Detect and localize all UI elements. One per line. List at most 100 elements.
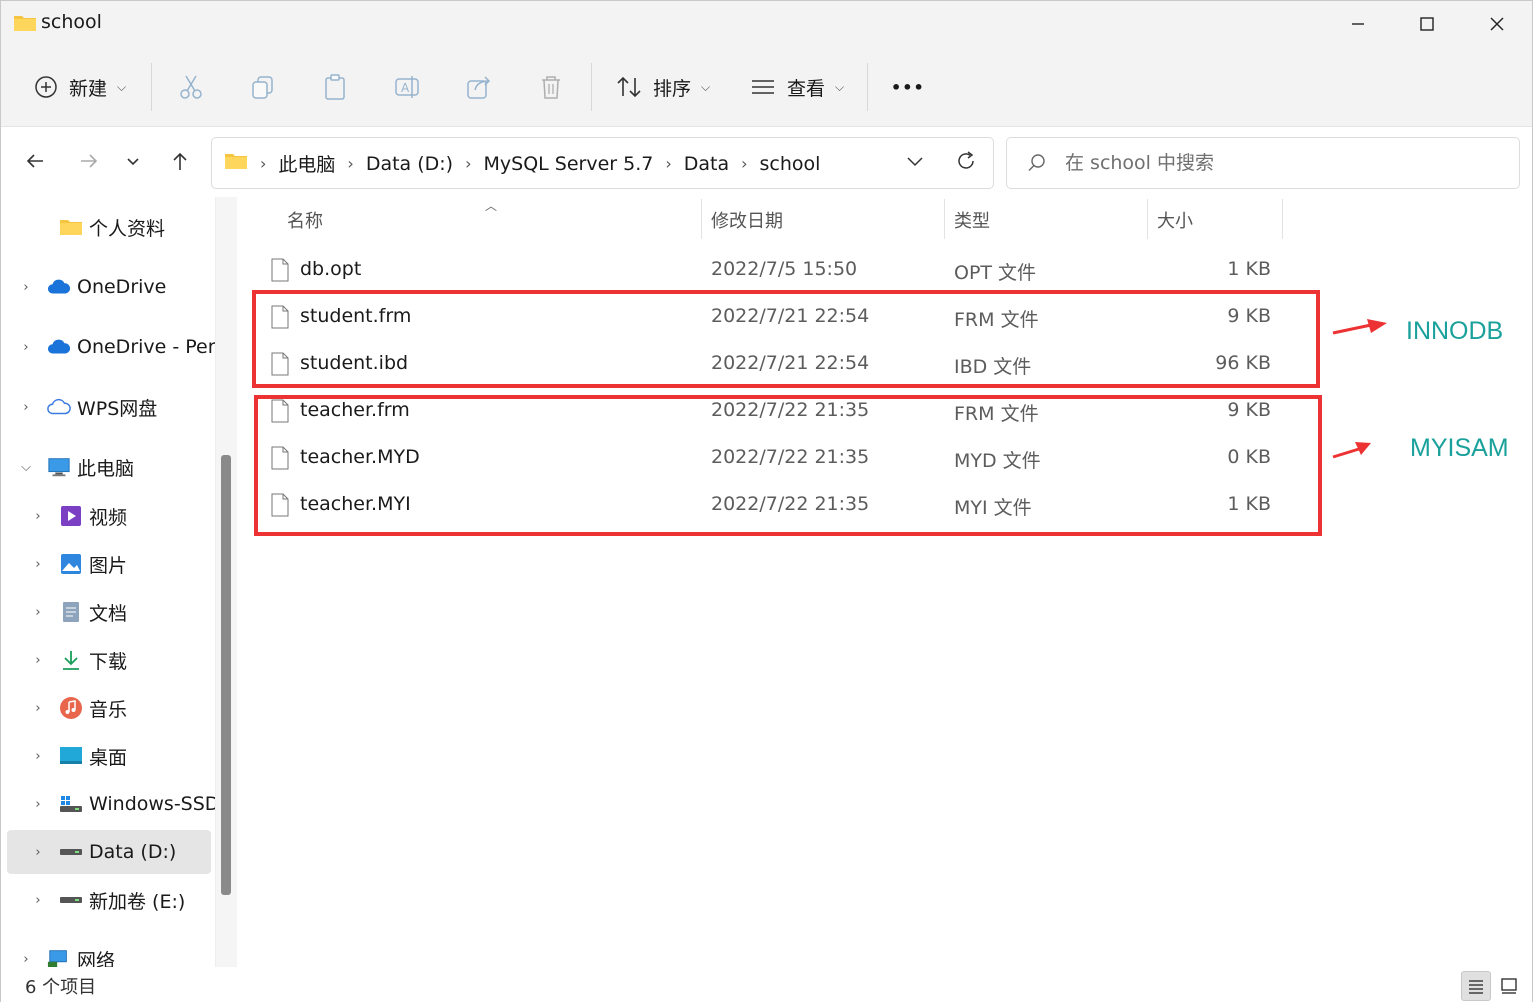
item-count: 6 个项目 [25, 977, 97, 998]
sort-button[interactable]: 排序 ⌵ [615, 63, 710, 111]
delete-button[interactable] [537, 63, 565, 111]
picture-icon [59, 553, 83, 575]
svg-text:A: A [401, 81, 410, 95]
breadcrumb-item[interactable]: 此电脑 [278, 150, 335, 177]
chevron-right-icon: › [347, 154, 354, 173]
column-header-type[interactable]: 类型 [954, 207, 990, 233]
chevron-right-icon: › [23, 951, 29, 967]
explorer-window: school 新建 ⌵ A 排序 ⌵ 查看 ⌵ ••• › 此电脑 › Data… [0, 0, 1533, 1002]
status-bar: 6 个项目 [1, 967, 1532, 1002]
sidebar-item-label: 个人资料 [89, 217, 166, 240]
new-button[interactable]: 新建 ⌵ [33, 63, 126, 111]
file-icon [271, 258, 289, 287]
breadcrumb-item[interactable]: MySQL Server 5.7 [484, 153, 654, 175]
more-button[interactable]: ••• [891, 63, 925, 111]
sidebar-item-pictures[interactable]: › 图片 [1, 542, 215, 586]
chevron-down-icon: ⌵ [117, 79, 127, 94]
sidebar-item-onedrive[interactable]: › OneDrive [1, 265, 215, 309]
chevron-right-icon: › [35, 844, 41, 860]
chevron-right-icon: › [35, 508, 41, 524]
sidebar-item-personal[interactable]: 个人资料 [1, 205, 215, 249]
back-button[interactable] [17, 143, 53, 179]
command-bar: 新建 ⌵ A 排序 ⌵ 查看 ⌵ ••• [1, 47, 1532, 127]
column-header-size[interactable]: 大小 [1157, 207, 1193, 233]
refresh-button[interactable] [954, 149, 978, 178]
sidebar-scrollbar[interactable] [215, 197, 237, 967]
chevron-right-icon: › [35, 700, 41, 716]
column-header-modified[interactable]: 修改日期 [711, 207, 783, 233]
search-box[interactable] [1006, 137, 1520, 189]
search-input[interactable] [1065, 148, 1495, 178]
maximize-button[interactable] [1407, 9, 1447, 39]
sidebar-item-onedrive-personal[interactable]: › OneDrive - Pers [1, 325, 215, 369]
clipboard-icon [325, 74, 345, 100]
column-divider[interactable] [944, 199, 945, 239]
address-row: › 此电脑 › Data (D:) › MySQL Server 5.7 › D… [1, 127, 1532, 197]
file-modified: 2022/7/5 15:50 [711, 258, 858, 280]
column-divider[interactable] [1282, 199, 1283, 239]
chevron-down-icon [127, 158, 139, 166]
recent-locations-button[interactable] [115, 143, 151, 179]
chevron-right-icon: › [35, 652, 41, 668]
forward-button[interactable] [71, 143, 107, 179]
sidebar-item-documents[interactable]: › 文档 [1, 590, 215, 634]
sidebar-item-label: OneDrive - Pers [77, 336, 215, 358]
network-icon [47, 948, 71, 967]
column-header-name[interactable]: 名称 [287, 207, 323, 233]
sidebar-item-label: WPS网盘 [77, 397, 158, 420]
sidebar-item-label: 下载 [89, 650, 128, 673]
close-button[interactable] [1477, 9, 1517, 39]
share-button[interactable] [465, 63, 493, 111]
drive-icon [59, 841, 83, 863]
sidebar-item-desktop[interactable]: › 桌面 [1, 734, 215, 778]
sidebar-item-network[interactable]: › 网络 [1, 937, 215, 967]
sidebar-item-data-d[interactable]: › Data (D:) [7, 830, 211, 874]
sort-icon [617, 76, 641, 98]
sidebar-item-wps[interactable]: › WPS网盘 [1, 385, 215, 429]
sidebar-item-label: 文档 [89, 602, 128, 625]
tiles-view-button[interactable] [1494, 971, 1524, 1001]
breadcrumb-item[interactable]: Data (D:) [366, 153, 453, 175]
address-history-button[interactable] [904, 150, 926, 177]
address-bar[interactable]: › 此电脑 › Data (D:) › MySQL Server 5.7 › D… [211, 137, 994, 189]
minimize-button[interactable] [1338, 9, 1378, 39]
copy-button[interactable] [249, 63, 277, 111]
view-button[interactable]: 查看 ⌵ [749, 63, 844, 111]
cut-button[interactable] [177, 63, 205, 111]
column-divider[interactable] [1147, 199, 1148, 239]
innodb-label: INNODB [1406, 317, 1504, 345]
chevron-right-icon: › [23, 399, 29, 415]
column-divider[interactable] [701, 199, 702, 239]
up-button[interactable] [162, 143, 198, 179]
toolbar-divider [591, 63, 592, 111]
breadcrumb-item[interactable]: Data [684, 153, 729, 175]
drive-icon [59, 889, 83, 911]
chevron-right-icon: › [35, 796, 41, 812]
scrollbar-thumb[interactable] [221, 455, 231, 895]
view-list-icon [752, 80, 774, 94]
chevron-right-icon: › [741, 154, 748, 173]
chevron-right-icon: › [35, 556, 41, 572]
more-icon: ••• [891, 77, 925, 97]
cloud-icon [47, 336, 71, 358]
details-view-button[interactable] [1461, 971, 1491, 1001]
sidebar-item-windows-ssd[interactable]: › Windows-SSD [1, 782, 215, 826]
breadcrumb-item[interactable]: school [760, 153, 821, 175]
innodb-highlight-box [252, 290, 1320, 388]
sidebar-item-label: 新加卷 (E:) [89, 890, 186, 913]
sidebar-item-downloads[interactable]: › 下载 [1, 638, 215, 682]
sidebar-item-label: Windows-SSD [89, 793, 215, 815]
sidebar-item-new-volume-e[interactable]: › 新加卷 (E:) [1, 878, 215, 922]
sidebar-item-videos[interactable]: › 视频 [1, 494, 215, 538]
paste-button[interactable] [321, 63, 349, 111]
arrow-right-icon [1332, 442, 1371, 459]
rename-button[interactable]: A [393, 63, 421, 111]
minimize-icon [1352, 23, 1364, 25]
title-bar: school [1, 1, 1532, 47]
chevron-right-icon: › [665, 154, 672, 173]
folder-icon [59, 216, 83, 238]
file-name: db.opt [300, 258, 362, 280]
sidebar-item-music[interactable]: › 音乐 [1, 686, 215, 730]
sidebar-item-this-pc[interactable]: ⌵ 此电脑 [1, 445, 215, 489]
file-row[interactable]: db.opt 2022/7/5 15:50 OPT 文件 1 KB [261, 248, 1301, 292]
